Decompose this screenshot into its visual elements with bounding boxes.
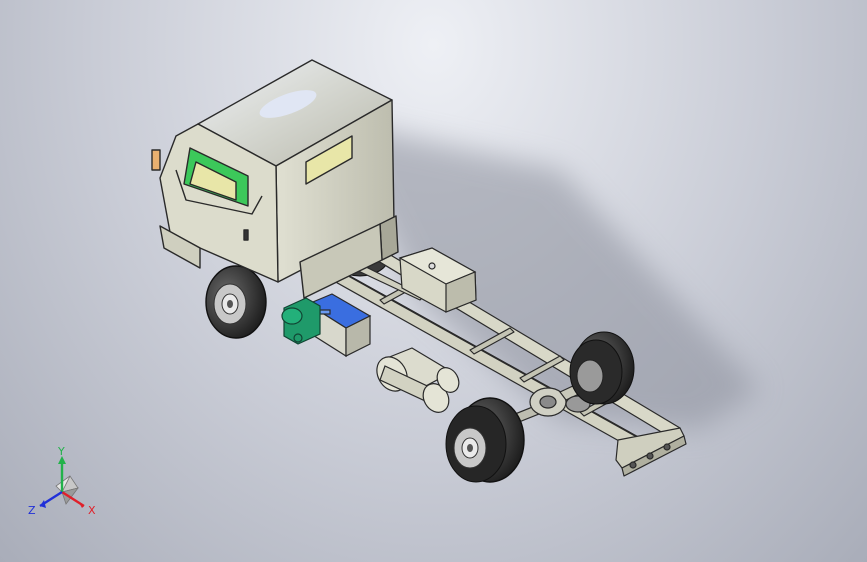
front-wheel-near xyxy=(205,265,267,339)
x-axis-label: X xyxy=(88,504,96,517)
rear-wheel-near xyxy=(445,397,525,483)
air-tanks xyxy=(376,347,460,413)
y-axis-label: Y xyxy=(57,446,65,458)
hydraulic-pump xyxy=(281,297,321,345)
cab xyxy=(151,59,399,299)
z-axis-label: Z xyxy=(28,504,36,517)
cad-graphics-viewport[interactable]: Y X Z xyxy=(0,0,867,562)
truck-chassis-model[interactable] xyxy=(0,0,867,562)
coordinate-triad: Y X Z xyxy=(28,446,96,517)
